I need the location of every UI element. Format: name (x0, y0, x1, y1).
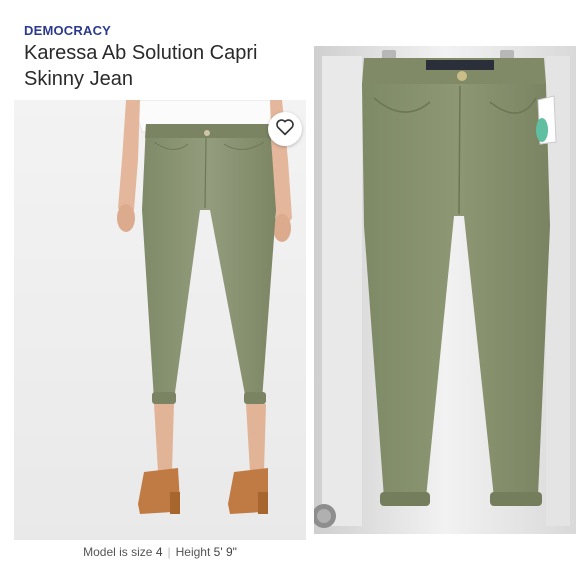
brand-label[interactable]: DEMOCRACY (24, 23, 111, 38)
product-title: Karessa Ab Solution Capri Skinny Jean (24, 42, 258, 90)
separator: | (167, 545, 171, 559)
model-info: Model is size 4 | Height 5' 9" (14, 540, 306, 564)
product-photo-illustration (314, 46, 576, 534)
model-height: 5' 9" (213, 545, 237, 559)
model-photo (14, 100, 306, 540)
model-height-prefix: Height (175, 545, 211, 559)
wishlist-button[interactable] (268, 112, 302, 146)
heart-outline-icon (275, 118, 295, 141)
product-photo (314, 46, 576, 534)
model-size-prefix: Model is size (83, 545, 153, 559)
model-size: 4 (155, 545, 163, 559)
model-photo-illustration (14, 100, 306, 540)
